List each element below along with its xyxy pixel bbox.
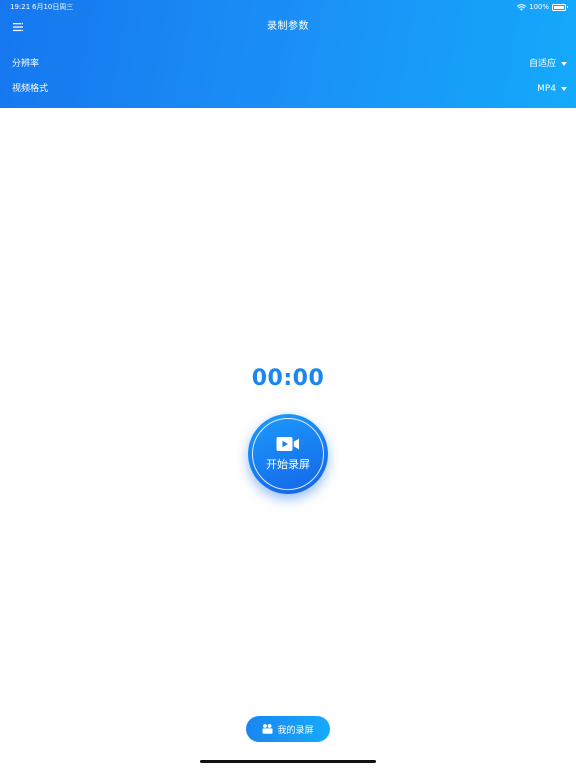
- resolution-label: 分辨率: [12, 59, 40, 69]
- battery-percent: 100%: [528, 3, 549, 11]
- battery-icon: [552, 3, 568, 11]
- status-indicators: 100%: [516, 0, 568, 14]
- video-camera-icon: [276, 437, 299, 451]
- film-reel-icon: [262, 724, 273, 734]
- status-date: 6月10日周三: [32, 3, 74, 11]
- wifi-icon: [516, 3, 526, 11]
- resolution-row: 分辨率 自适应: [0, 56, 576, 72]
- resolution-select[interactable]: 自适应: [529, 56, 567, 72]
- button-ring: [252, 418, 324, 490]
- caret-down-icon: [561, 87, 567, 91]
- status-bar: 19:21 6月10日周三 100%: [0, 0, 576, 14]
- my-recordings-label: 我的录屏: [277, 725, 314, 736]
- format-value: MP4: [537, 84, 556, 94]
- start-recording-label: 开始录屏: [266, 458, 310, 471]
- home-indicator: [200, 760, 376, 763]
- recording-timer: 00:00: [251, 366, 325, 391]
- resolution-value: 自适应: [528, 59, 556, 69]
- format-label: 视频格式: [12, 84, 49, 94]
- header: 19:21 6月10日周三 100% 录制参数 分辨率 自适应 视频格式 MP4: [0, 0, 576, 108]
- status-time: 19:21: [10, 3, 31, 11]
- format-select[interactable]: MP4: [537, 81, 567, 97]
- my-recordings-button[interactable]: 我的录屏: [246, 716, 330, 742]
- start-recording-button[interactable]: 开始录屏: [248, 414, 328, 494]
- page-title: 录制参数: [267, 21, 309, 32]
- caret-down-icon: [561, 62, 567, 66]
- format-row: 视频格式 MP4: [0, 81, 576, 97]
